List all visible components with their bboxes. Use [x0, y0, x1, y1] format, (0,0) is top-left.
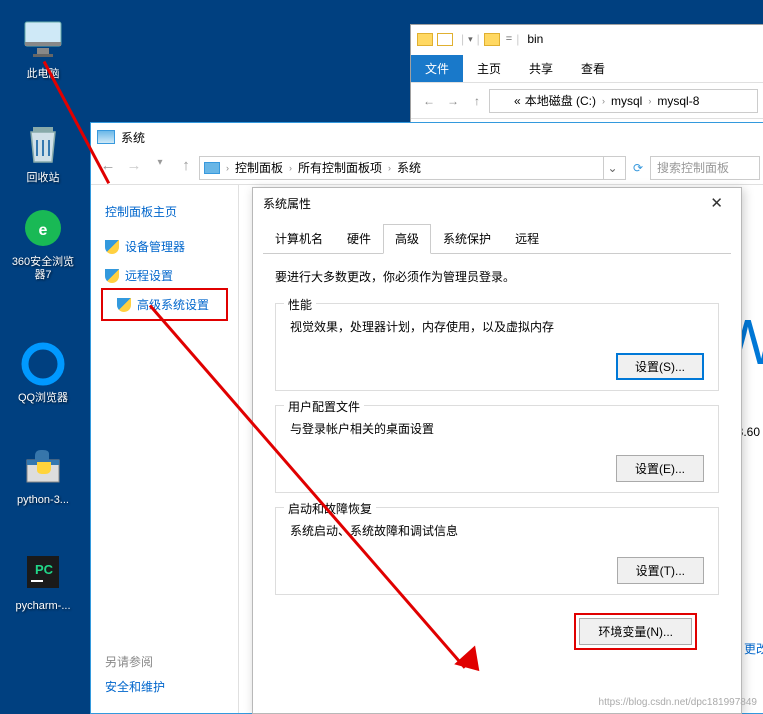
dialog-title: 系统属性	[263, 195, 311, 212]
down-caret-icon[interactable]: ▾	[468, 34, 473, 45]
environment-variables-button[interactable]: 环境变量(N)...	[579, 618, 692, 645]
recycle-bin-icon	[19, 120, 67, 168]
nav-up-icon[interactable]: ↑	[465, 94, 489, 108]
watermark-text: https://blog.csdn.net/dpc181997849	[599, 697, 757, 708]
explorer-title-path: bin	[527, 32, 543, 46]
sidebar-item-remote-settings[interactable]: 远程设置	[91, 261, 238, 290]
system-sidebar: 控制面板主页 设备管理器 远程设置 系统保护 高级系统设置 另请参阅 安全和维护	[91, 185, 239, 713]
system-icon	[97, 130, 115, 144]
system-window-title: 系统	[121, 129, 145, 146]
sidebar-footer-link[interactable]: 安全和维护	[105, 678, 165, 695]
nav-forward-icon[interactable]: →	[441, 94, 465, 108]
shield-icon	[117, 298, 131, 312]
tab-advanced[interactable]: 高级	[383, 224, 431, 254]
sidebar-header[interactable]: 控制面板主页	[91, 199, 238, 224]
folder-icon	[437, 33, 453, 46]
group-desc: 系统启动、系统故障和调试信息	[290, 522, 704, 539]
dialog-tabs: 计算机名 硬件 高级 系统保护 远程	[263, 224, 731, 254]
svg-text:PC: PC	[35, 562, 54, 577]
group-desc: 视觉效果，处理器计划，内存使用，以及虚拟内存	[290, 318, 704, 335]
close-button[interactable]: ✕	[702, 194, 731, 212]
tab-home[interactable]: 主页	[463, 55, 515, 82]
system-properties-dialog: 系统属性 ✕ 计算机名 硬件 高级 系统保护 远程 要进行大多数更改，你必须作为…	[252, 187, 742, 714]
tab-view[interactable]: 查看	[567, 55, 619, 82]
nav-history-icon[interactable]: ▾	[147, 157, 173, 179]
nav-forward-icon[interactable]: →	[121, 157, 147, 179]
admin-note: 要进行大多数更改，你必须作为管理员登录。	[275, 268, 719, 285]
tab-system-protection[interactable]: 系统保护	[431, 224, 503, 253]
group-title: 用户配置文件	[284, 398, 364, 415]
qq-browser-icon	[19, 340, 67, 388]
performance-settings-button[interactable]: 设置(S)...	[616, 353, 704, 380]
shield-icon	[105, 269, 119, 283]
svg-text:e: e	[39, 222, 48, 239]
breadcrumb-part[interactable]: mysql-8	[657, 94, 699, 108]
group-user-profiles: 用户配置文件 与登录帐户相关的桌面设置 设置(E)...	[275, 405, 719, 493]
refresh-icon[interactable]: ⟳	[626, 161, 650, 175]
sidebar-item-device-manager[interactable]: 设备管理器	[91, 232, 238, 261]
sidebar-footer-header: 另请参阅	[105, 653, 165, 670]
tab-computer-name[interactable]: 计算机名	[263, 224, 335, 253]
folder-icon	[417, 33, 433, 46]
breadcrumb-part[interactable]: 本地磁盘 (C:)	[525, 92, 596, 109]
breadcrumb-part[interactable]: mysql	[611, 94, 642, 108]
system-nav-bar: ← → ▾ ↑ › 控制面板› 所有控制面板项› 系统 ⌄ ⟳ 搜索控制面板	[91, 151, 763, 185]
desktop-icon-pycharm[interactable]: PC pycharm-...	[8, 548, 78, 613]
sidebar-item-advanced-system-settings[interactable]: 高级系统设置	[103, 290, 226, 319]
breadcrumb-part[interactable]: 控制面板	[235, 159, 283, 176]
shield-icon	[105, 240, 119, 254]
user-profiles-settings-button[interactable]: 设置(E)...	[616, 455, 704, 482]
desktop-icon-python[interactable]: python-3...	[8, 442, 78, 507]
desktop-icon-360-browser[interactable]: e 360安全浏览器7	[8, 204, 78, 282]
group-desc: 与登录帐户相关的桌面设置	[290, 420, 704, 437]
folder-icon	[496, 95, 510, 106]
group-title: 启动和故障恢复	[284, 500, 376, 517]
control-panel-icon	[204, 162, 220, 174]
tab-remote[interactable]: 远程	[503, 224, 551, 253]
explorer-nav-bar: ← → ↑ « 本地磁盘 (C:)› mysql› mysql-8	[411, 83, 763, 119]
breadcrumb-bar[interactable]: › 控制面板› 所有控制面板项› 系统 ⌄	[199, 156, 626, 180]
nav-up-icon[interactable]: ↑	[173, 157, 199, 179]
pycharm-icon: PC	[19, 548, 67, 596]
dialog-titlebar[interactable]: 系统属性 ✕	[253, 188, 741, 218]
desktop-icon-qq-browser[interactable]: QQ浏览器	[8, 340, 78, 405]
tab-share[interactable]: 共享	[515, 55, 567, 82]
tab-file[interactable]: 文件	[411, 55, 463, 82]
desktop-icon-this-pc[interactable]: 此电脑	[8, 16, 78, 81]
explorer-ribbon-tabs: 文件 主页 共享 查看	[411, 53, 763, 83]
tab-hardware[interactable]: 硬件	[335, 224, 383, 253]
group-startup-recovery: 启动和故障恢复 系统启动、系统故障和调试信息 设置(T)...	[275, 507, 719, 595]
group-performance: 性能 视觉效果，处理器计划，内存使用，以及虚拟内存 设置(S)...	[275, 303, 719, 391]
360-browser-icon: e	[19, 204, 67, 252]
breadcrumb-part[interactable]: 所有控制面板项	[298, 159, 382, 176]
folder-icon	[484, 33, 500, 46]
computer-icon	[19, 16, 67, 64]
group-title: 性能	[284, 296, 316, 313]
breadcrumb-part[interactable]: 系统	[397, 159, 421, 176]
chevron-down-icon[interactable]: ⌄	[603, 157, 621, 179]
search-input[interactable]: 搜索控制面板	[650, 156, 760, 180]
system-titlebar[interactable]: 系统	[91, 123, 763, 151]
nav-back-icon[interactable]: ←	[95, 157, 121, 179]
explorer-titlebar[interactable]: | ▾ | = | bin	[411, 25, 763, 53]
startup-recovery-settings-button[interactable]: 设置(T)...	[617, 557, 704, 584]
python-installer-icon	[19, 442, 67, 490]
nav-back-icon[interactable]: ←	[417, 94, 441, 108]
breadcrumb-bar[interactable]: « 本地磁盘 (C:)› mysql› mysql-8	[489, 89, 758, 113]
desktop-icon-recycle-bin[interactable]: 回收站	[8, 120, 78, 185]
